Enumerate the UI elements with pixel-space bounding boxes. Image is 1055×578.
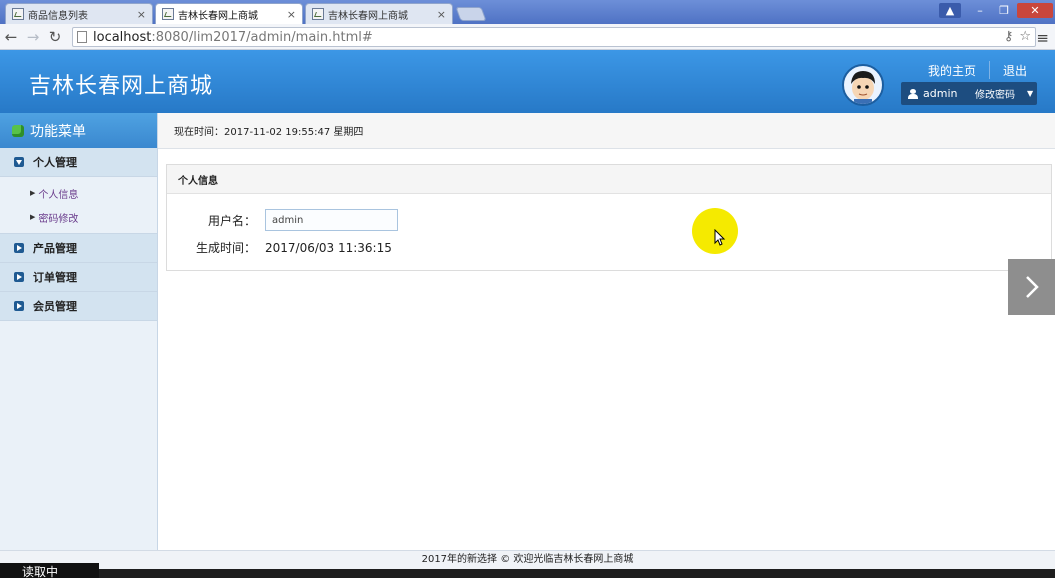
mouse-cursor-icon xyxy=(714,229,726,246)
username-label: 用户名： xyxy=(207,213,256,228)
sidebar-item-label: 密码修改 xyxy=(38,213,79,225)
expand-icon xyxy=(14,272,24,282)
group-label: 个人管理 xyxy=(33,156,77,169)
close-window-button[interactable]: ✕ xyxy=(1017,3,1053,18)
bullet-icon: ▶ xyxy=(30,189,36,197)
tab-label: 吉林长春网上商城 xyxy=(178,10,258,22)
expand-icon xyxy=(14,301,24,311)
bullet-icon: ▶ xyxy=(30,213,36,221)
tab-close-icon[interactable]: × xyxy=(437,8,446,21)
current-time: 现在时间：2017-11-02 19:55:47 星期四 xyxy=(174,127,364,138)
forward-arrow-icon[interactable]: → xyxy=(22,28,44,46)
key-icon[interactable]: ⚷ xyxy=(1004,29,1014,44)
url-path: :8080/lim2017/admin/main.html# xyxy=(151,29,373,45)
site-title: 吉林长春网上商城 xyxy=(29,74,214,99)
personal-submenu: ▶ 个人信息 ▶ 密码修改 xyxy=(0,177,157,234)
taskbar xyxy=(0,569,1055,578)
created-time-value: 2017/06/03 11:36:15 xyxy=(265,240,392,255)
divider xyxy=(989,61,991,79)
tab-product-list[interactable]: 商品信息列表 × xyxy=(5,3,153,24)
reload-icon[interactable]: ↻ xyxy=(44,28,66,46)
new-tab-button[interactable] xyxy=(455,7,487,21)
created-time-label: 生成时间： xyxy=(195,241,256,255)
window-controls: ▲ – ❐ ✕ xyxy=(939,3,1053,20)
app-header: 吉林长春网上商城 我的主页 退出 xyxy=(0,50,1055,113)
bookmark-star-icon[interactable]: ☆ xyxy=(1019,29,1031,44)
sidebar-item-profile[interactable]: ▶ 个人信息 xyxy=(0,181,157,205)
username-field[interactable]: admin xyxy=(265,209,398,231)
browser-tab-bar: 商品信息列表 × 吉林长春网上商城 × 吉林长春网上商城 × ▲ – ❐ ✕ xyxy=(0,0,1055,24)
restore-button[interactable]: ❐ xyxy=(993,3,1015,18)
sidebar-item-password[interactable]: ▶ 密码修改 xyxy=(0,205,157,229)
url-host: localhost xyxy=(93,29,152,45)
sidebar-item-label: 个人信息 xyxy=(38,189,79,201)
page-favicon-icon xyxy=(312,8,324,20)
top-links: 我的主页 退出 xyxy=(928,61,1027,79)
chevron-down-icon[interactable]: ▼ xyxy=(1027,89,1033,98)
back-arrow-icon[interactable]: ← xyxy=(0,28,22,46)
sidebar-title: 功能菜单 xyxy=(0,113,157,148)
page-icon xyxy=(77,31,87,43)
tab-mall-active[interactable]: 吉林长春网上商城 × xyxy=(155,3,303,24)
cube-icon xyxy=(12,124,24,137)
tab-close-icon[interactable]: × xyxy=(137,8,146,21)
username-row: 用户名： admin xyxy=(167,209,398,231)
sidebar: 功能菜单 个人管理 ▶ 个人信息 ▶ 密码修改 产品管理 订单管理 会员管理 xyxy=(0,113,158,550)
sidebar-title-label: 功能菜单 xyxy=(30,123,86,140)
panel-title: 个人信息 xyxy=(167,165,1051,194)
avatar xyxy=(842,64,884,106)
browser-menu-icon[interactable]: ≡ xyxy=(1036,29,1049,47)
page-favicon-icon xyxy=(162,8,174,20)
tab-close-icon[interactable]: × xyxy=(287,8,296,21)
group-label: 会员管理 xyxy=(33,300,77,313)
sidebar-group-members[interactable]: 会员管理 xyxy=(0,292,157,321)
profile-panel: 个人信息 用户名： admin 生成时间： 2017/06/03 11:36:1… xyxy=(166,164,1052,271)
minimize-button[interactable]: – xyxy=(969,3,991,18)
group-label: 产品管理 xyxy=(33,242,77,255)
tab-mall[interactable]: 吉林长春网上商城 × xyxy=(305,3,453,24)
sidebar-group-products[interactable]: 产品管理 xyxy=(0,234,157,263)
change-password-link[interactable]: 修改密码 xyxy=(975,86,1015,101)
logout-link[interactable]: 退出 xyxy=(1003,62,1027,79)
user-icon xyxy=(908,88,918,99)
page-favicon-icon xyxy=(12,8,24,20)
sidebar-group-personal[interactable]: 个人管理 xyxy=(0,148,157,177)
footer-text: 2017年的新选择 © 欢迎光临吉林长春网上商城 xyxy=(421,554,634,565)
user-menu[interactable]: admin 修改密码 ▼ xyxy=(901,82,1037,105)
browser-toolbar: ← → ↻ localhost :8080/lim2017/admin/main… xyxy=(0,24,1055,50)
profile-icon[interactable]: ▲ xyxy=(939,3,961,18)
home-link[interactable]: 我的主页 xyxy=(928,62,976,79)
sidebar-group-orders[interactable]: 订单管理 xyxy=(0,263,157,292)
loading-indicator: 读取中 xyxy=(0,563,99,578)
chevron-right-icon xyxy=(1025,276,1039,298)
tab-label: 商品信息列表 xyxy=(28,10,88,22)
created-time-row: 生成时间： 2017/06/03 11:36:15 xyxy=(167,239,392,256)
collapse-icon xyxy=(14,157,24,167)
group-label: 订单管理 xyxy=(33,271,77,284)
address-bar[interactable]: localhost :8080/lim2017/admin/main.html#… xyxy=(72,27,1036,47)
current-time-bar: 现在时间：2017-11-02 19:55:47 星期四 xyxy=(158,113,1055,149)
username: admin xyxy=(923,87,958,100)
footer: 2017年的新选择 © 欢迎光临吉林长春网上商城 xyxy=(0,550,1055,569)
expand-icon xyxy=(14,243,24,253)
tab-label: 吉林长春网上商城 xyxy=(328,10,408,22)
next-page-button[interactable] xyxy=(1008,259,1055,315)
